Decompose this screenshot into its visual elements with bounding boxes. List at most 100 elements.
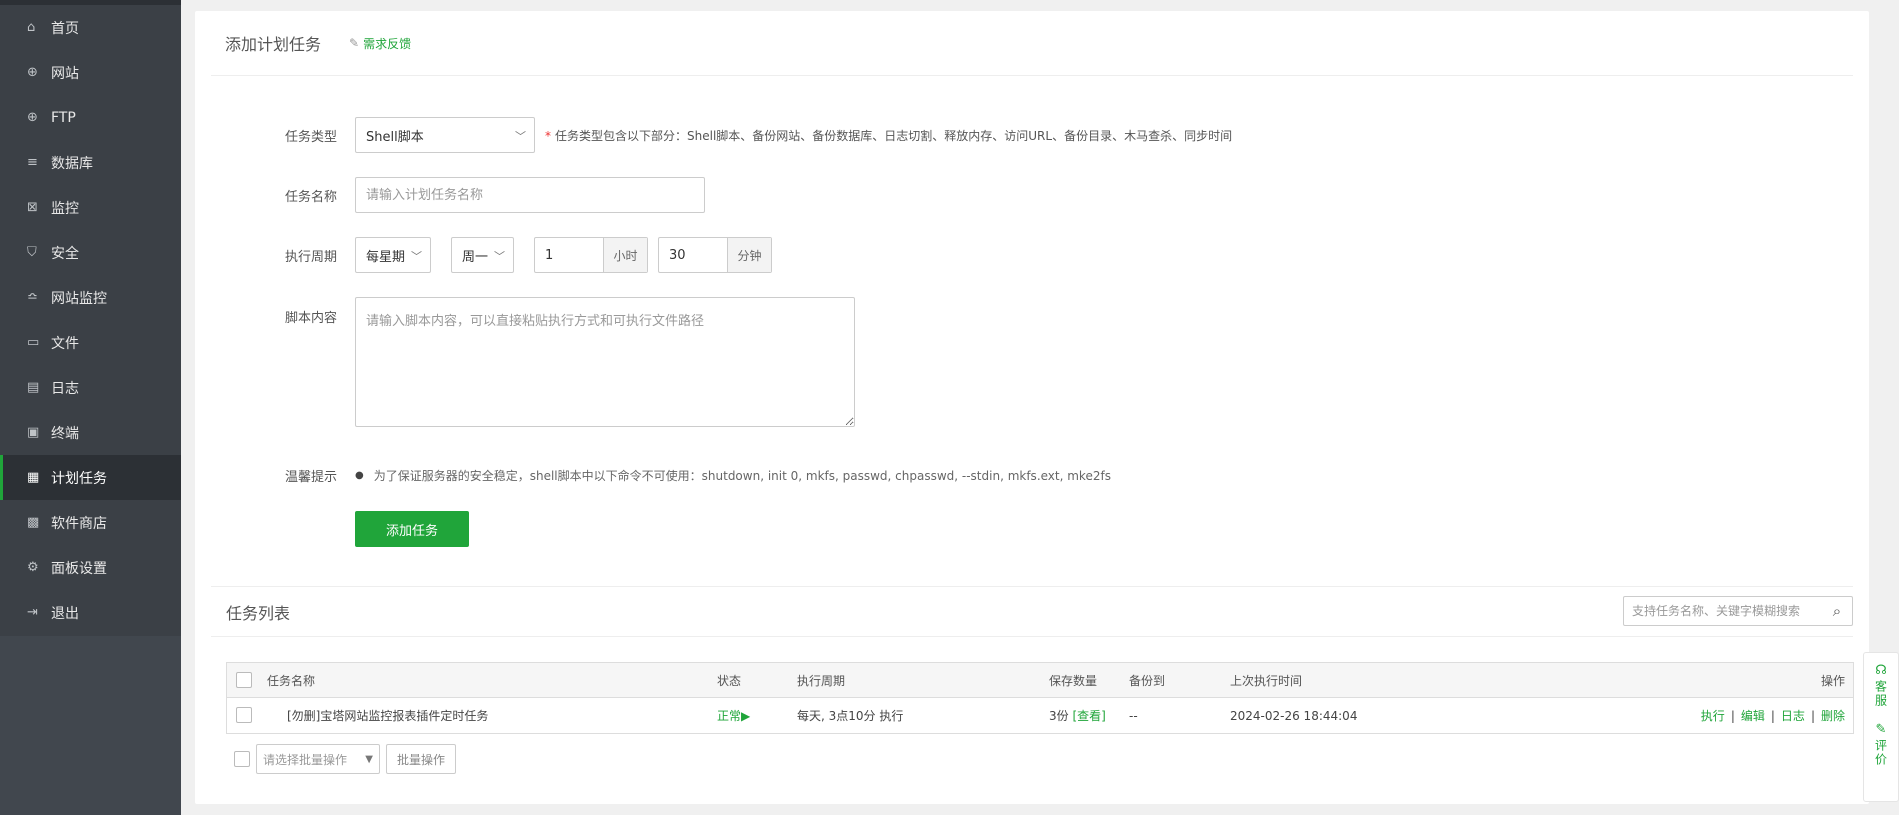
sidebar-item-label: 面板设置 (51, 560, 107, 577)
sidebar-item-8[interactable]: ▤ 日志 (0, 365, 181, 410)
sidebar-item-label: 文件 (51, 335, 79, 352)
col-ops: 操作 (1820, 673, 1845, 688)
cycle-select[interactable]: 每星期 ﹀ (355, 237, 431, 273)
sidebar-item-0[interactable]: ⌂ 首页 (0, 5, 181, 50)
shield-icon: ⛉ (27, 245, 37, 260)
sidebar-item-3[interactable]: ≡ 数据库 (0, 140, 181, 185)
search-icon[interactable]: ⌕ (1822, 602, 1852, 620)
sidebar-item-1[interactable]: ⊕ 网站 (0, 50, 181, 95)
add-task-title: 添加计划任务 (225, 35, 322, 54)
monitor-icon: ⊠ (27, 200, 38, 215)
task-type-select[interactable]: Shell脚本 ﹀ (355, 117, 535, 153)
tip-row: ● 为了保证服务器的安全稳定，shell脚本中以下命令不可使用：shutdown,… (355, 467, 1111, 484)
required-star: * (545, 128, 551, 143)
sidebar-item-label: 日志 (51, 380, 79, 397)
batch-button[interactable]: 批量操作 (386, 744, 456, 774)
batch-checkbox[interactable] (234, 751, 250, 767)
sidebar-item-4[interactable]: ⊠ 监控 (0, 185, 181, 230)
chevron-down-icon: ﹀ (515, 130, 526, 143)
row-cycle: 每天, 3点10分 执行 (797, 709, 904, 723)
sidebar: ⌂ 首页 ⊕ 网站 ⊕ FTP ≡ 数据库 ⊠ 监控 ⛉ 安全 ≏ 网站监控 ▭ 文件 ▤ 日志 ▣ 终端 ▦ 计划任务 ▩… (0, 0, 181, 815)
col-name: 任务名称 (267, 673, 316, 688)
task-type-hint-text: 任务类型包含以下部分：Shell脚本、备份网站、备份数据库、日志切割、释放内存、… (555, 128, 1233, 143)
sidebar-item-label: 数据库 (51, 155, 93, 172)
cycle-label: 执行周期 (284, 250, 337, 265)
sidebar-item-7[interactable]: ▭ 文件 (0, 320, 181, 365)
calendar-icon: ▦ (27, 470, 40, 485)
sidebar-item-13[interactable]: ⇥ 退出 (0, 590, 181, 635)
sidebar-item-label: 首页 (51, 20, 79, 37)
row-save-count-cell: 3份 [查看] (1049, 707, 1106, 724)
task-type-hint: * 任务类型包含以下部分：Shell脚本、备份网站、备份数据库、日志切割、释放内存… (545, 127, 1232, 144)
script-label: 脚本内容 (284, 311, 337, 326)
home-icon: ⌂ (27, 20, 36, 35)
customer-service-button[interactable]: ☊ 客服 (1873, 663, 1890, 708)
customer-service-label: 客服 (1873, 680, 1888, 708)
headset-icon: ☊ (1875, 663, 1887, 678)
globe-icon: ⊕ (27, 65, 38, 80)
add-task-button[interactable]: 添加任务 (355, 511, 469, 547)
logout-icon: ⇥ (27, 605, 38, 620)
feedback-link[interactable]: ✎ 需求反馈 (349, 35, 411, 52)
sidebar-item-label: 软件商店 (51, 515, 107, 532)
tip-content: 为了保证服务器的安全稳定，shell脚本中以下命令不可使用：shutdown, … (373, 469, 1111, 483)
sidebar-item-6[interactable]: ≏ 网站监控 (0, 275, 181, 320)
task-name-input[interactable] (355, 177, 705, 213)
sidebar-item-9[interactable]: ▣ 终端 (0, 410, 181, 455)
batch-select[interactable]: 请选择批量操作 ▼ (256, 744, 380, 774)
sidebar-item-2[interactable]: ⊕ FTP (0, 95, 181, 140)
hour-input-group: 小时 (534, 237, 648, 273)
ftp-icon: ⊕ (27, 110, 38, 125)
section-divider (211, 586, 1853, 587)
select-all-checkbox[interactable] (236, 672, 252, 688)
sidebar-item-label: 计划任务 (51, 470, 107, 487)
sidebar-item-5[interactable]: ⛉ 安全 (0, 230, 181, 275)
cycle-value: 每星期 (366, 249, 406, 265)
edit-icon: ✎ (349, 36, 360, 50)
chevron-down-icon: ﹀ (494, 250, 505, 263)
review-button[interactable]: ✎ 评价 (1873, 722, 1890, 767)
task-name-label: 任务名称 (284, 190, 337, 205)
minute-input[interactable] (659, 238, 727, 272)
database-icon: ≡ (27, 155, 38, 170)
folder-icon: ▭ (27, 335, 40, 350)
triangle-down-icon: ▼ (365, 754, 373, 765)
sidebar-item-label: FTP (51, 109, 76, 126)
table-row: [勿删]宝塔网站监控报表插件定时任务 正常▶ 每天, 3点10分 执行 3份 [… (227, 698, 1853, 733)
row-status[interactable]: 正常▶ (717, 707, 750, 724)
weekday-value: 周一 (462, 249, 489, 265)
table-header: 任务名称 状态 执行周期 保存数量 备份到 上次执行时间 操作 (227, 663, 1853, 698)
run-link[interactable]: 执行 (1701, 707, 1725, 724)
hour-unit: 小时 (603, 238, 647, 272)
sidebar-item-label: 网站监控 (51, 290, 107, 307)
row-checkbox[interactable] (236, 707, 252, 723)
col-backup-to: 备份到 (1129, 673, 1166, 688)
review-label: 评价 (1873, 739, 1888, 767)
row-view-link[interactable]: [查看] (1072, 709, 1105, 723)
sidebar-item-label: 安全 (51, 245, 79, 262)
terminal-icon: ▣ (27, 425, 40, 440)
add-task-header: 添加计划任务 ✎ 需求反馈 (211, 11, 1853, 76)
tip-label: 温馨提示 (284, 470, 337, 485)
batch-row: 请选择批量操作 ▼ 批量操作 (234, 744, 456, 774)
log-link[interactable]: 日志 (1781, 707, 1805, 724)
minute-input-group: 分钟 (658, 237, 772, 273)
sidebar-item-11[interactable]: ▩ 软件商店 (0, 500, 181, 545)
task-table: 任务名称 状态 执行周期 保存数量 备份到 上次执行时间 操作 [勿删]宝塔网站… (226, 662, 1854, 734)
sidebar-item-10[interactable]: ▦ 计划任务 (0, 455, 181, 500)
edit-link[interactable]: 编辑 (1741, 707, 1765, 724)
script-textarea[interactable] (355, 297, 855, 427)
site-monitor-icon: ≏ (27, 290, 38, 305)
row-save-count: 3份 (1049, 709, 1069, 723)
task-search-input[interactable] (1624, 604, 1822, 618)
delete-link[interactable]: 删除 (1821, 707, 1845, 724)
hour-input[interactable] (535, 238, 603, 272)
weekday-select[interactable]: 周一 ﹀ (451, 237, 514, 273)
cycle-row: 每星期 ﹀ 周一 ﹀ 小时 分钟 (355, 237, 772, 273)
script-row (355, 297, 855, 427)
row-task-name: [勿删]宝塔网站监控报表插件定时任务 (287, 709, 489, 723)
sidebar-item-12[interactable]: ⚙ 面板设置 (0, 545, 181, 590)
gear-icon: ⚙ (27, 560, 39, 575)
task-type-row: Shell脚本 ﹀ * 任务类型包含以下部分：Shell脚本、备份网站、备份数据库… (355, 117, 1232, 153)
feedback-label: 需求反馈 (363, 36, 412, 51)
